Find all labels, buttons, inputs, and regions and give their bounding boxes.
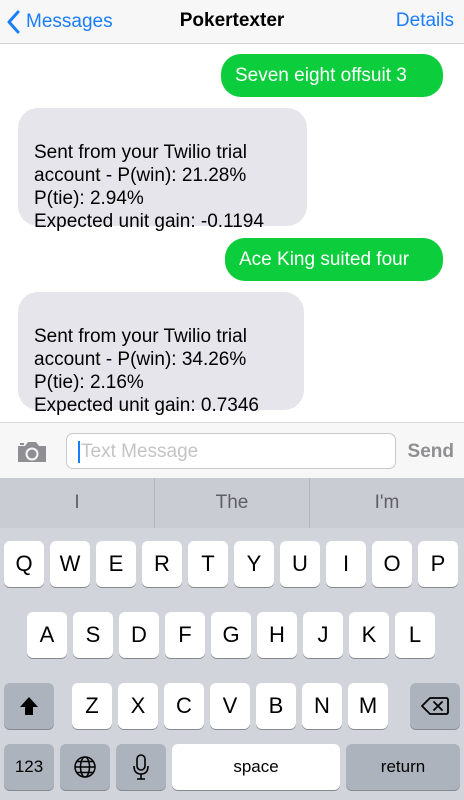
message-text: Sent from your Twilio trial account - P(… [34, 326, 260, 416]
return-key[interactable]: return [346, 744, 460, 790]
message-placeholder: Text Message [81, 441, 199, 462]
message-input-bar: Text Message Send [0, 422, 464, 478]
key-q[interactable]: Q [4, 541, 44, 587]
text-cursor [78, 441, 80, 463]
predictive-text-bar: I The I'm [0, 478, 464, 528]
camera-icon [18, 442, 46, 462]
delete-icon [421, 697, 449, 715]
key-z[interactable]: Z [72, 683, 112, 729]
message-text: Seven eight offsuit 3 [235, 65, 407, 86]
key-a[interactable]: A [27, 612, 67, 658]
key-x[interactable]: X [118, 683, 158, 729]
key-t[interactable]: T [188, 541, 228, 587]
key-j[interactable]: J [303, 612, 343, 658]
outgoing-message-bubble[interactable]: Seven eight offsuit 3 [221, 54, 443, 97]
prediction-suggestion[interactable]: I'm [310, 478, 464, 528]
globe-icon [74, 756, 96, 778]
key-g[interactable]: G [211, 612, 251, 658]
key-d[interactable]: D [119, 612, 159, 658]
camera-button[interactable] [16, 440, 48, 464]
key-o[interactable]: O [372, 541, 412, 587]
shift-key[interactable] [4, 683, 54, 729]
key-f[interactable]: F [165, 612, 205, 658]
prediction-suggestion[interactable]: The [155, 478, 309, 528]
keyboard: I The I'm Q W E R T Y U I O P A S D F G … [0, 478, 464, 800]
key-c[interactable]: C [164, 683, 204, 729]
message-text-field[interactable]: Text Message [66, 433, 396, 469]
key-l[interactable]: L [395, 612, 435, 658]
delete-key[interactable] [410, 683, 460, 729]
message-text: Ace King suited four [239, 249, 410, 270]
microphone-icon [133, 754, 149, 780]
space-key[interactable]: space [172, 744, 340, 790]
outgoing-message-bubble[interactable]: Ace King suited four [225, 238, 443, 281]
message-text: Sent from your Twilio trial account - P(… [34, 142, 264, 232]
key-s[interactable]: S [73, 612, 113, 658]
key-h[interactable]: H [257, 612, 297, 658]
incoming-message-bubble[interactable]: Sent from your Twilio trial account - P(… [18, 292, 304, 416]
send-button[interactable]: Send [408, 441, 454, 463]
key-y[interactable]: Y [234, 541, 274, 587]
key-b[interactable]: B [256, 683, 296, 729]
shift-icon [20, 697, 38, 715]
key-e[interactable]: E [96, 541, 136, 587]
key-p[interactable]: P [418, 541, 458, 587]
details-button[interactable]: Details [396, 10, 454, 32]
navigation-bar: Messages Pokertexter Details [0, 0, 464, 44]
numbers-key[interactable]: 123 [4, 744, 54, 790]
key-k[interactable]: K [349, 612, 389, 658]
key-n[interactable]: N [302, 683, 342, 729]
conversation-title: Pokertexter [179, 10, 285, 31]
key-u[interactable]: U [280, 541, 320, 587]
incoming-message-bubble[interactable]: Sent from your Twilio trial account - P(… [18, 108, 307, 232]
message-list[interactable]: Seven eight offsuit 3 Sent from your Twi… [0, 44, 464, 422]
key-m[interactable]: M [348, 683, 388, 729]
key-v[interactable]: V [210, 683, 250, 729]
key-w[interactable]: W [50, 541, 90, 587]
key-i[interactable]: I [326, 541, 366, 587]
prediction-suggestion[interactable]: I [0, 478, 154, 528]
key-r[interactable]: R [142, 541, 182, 587]
microphone-key[interactable] [116, 744, 166, 790]
globe-key[interactable] [60, 744, 110, 790]
